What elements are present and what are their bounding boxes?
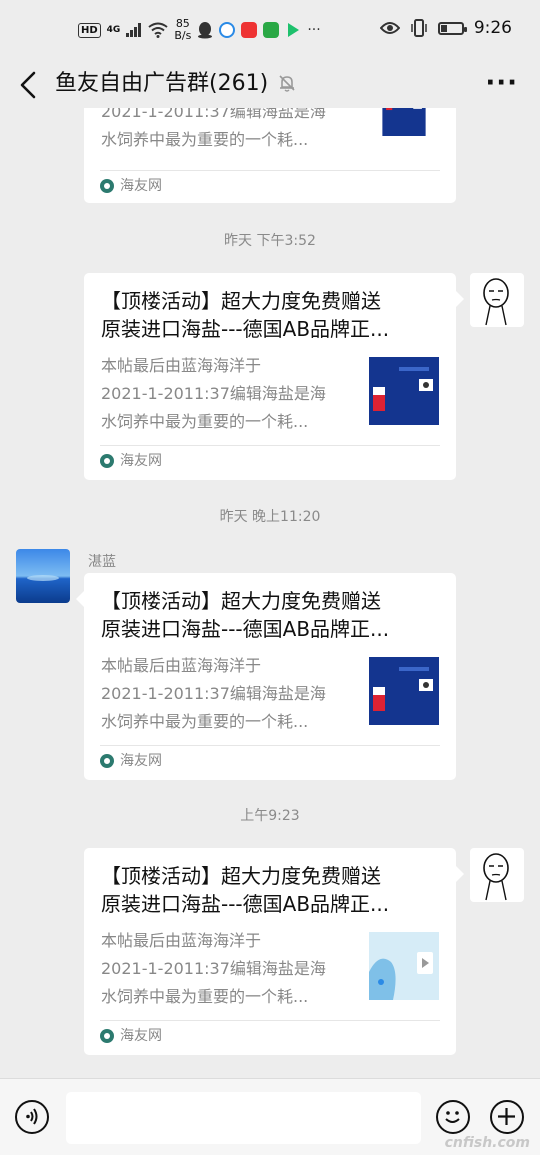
- card-source: 海友网: [100, 450, 162, 472]
- card-title-line: 原装进口海盐---德国AB品牌正...: [101, 892, 390, 916]
- emoji-button[interactable]: [436, 1100, 470, 1134]
- watermark: cnfish.com: [444, 1135, 530, 1151]
- source-name: 海友网: [120, 753, 162, 769]
- status-left: HD 4G 85 B/s ···: [78, 18, 321, 42]
- card-title-line: 【顶楼活动】超大力度免费赠送: [101, 289, 381, 313]
- more-functions-button[interactable]: [490, 1100, 524, 1134]
- card-source: 海友网: [100, 750, 162, 772]
- card-thumbnail: [369, 932, 439, 1000]
- card-title: 【顶楼活动】超大力度免费赠送 原装进口海盐---德国AB品牌正...: [101, 862, 436, 918]
- self-avatar[interactable]: [470, 848, 524, 902]
- card-desc-line: 水饲养中最为重要的一个耗...: [101, 412, 309, 431]
- card-desc-line: 水饲养中最为重要的一个耗...: [101, 130, 309, 149]
- voice-input-button[interactable]: [15, 1100, 49, 1134]
- card-thumbnail: [369, 357, 439, 425]
- message-list[interactable]: 2021-1-2011:37编辑海盐是海 水饲养中最为重要的一个耗... 海友网…: [0, 108, 540, 1078]
- card-desc-line: 2021-1-2011:37编辑海盐是海: [101, 108, 326, 121]
- mute-bell-icon: [279, 75, 295, 92]
- qq-icon: [198, 22, 213, 39]
- network-type: 4G: [106, 25, 121, 35]
- sketch-face-avatar-icon: [483, 278, 509, 326]
- self-avatar[interactable]: [470, 273, 524, 327]
- card-title: 【顶楼活动】超大力度免费赠送 原装进口海盐---德国AB品牌正...: [101, 287, 436, 343]
- network-speed: 85 B/s: [174, 18, 191, 42]
- card-desc-line: 水饲养中最为重要的一个耗...: [101, 987, 309, 1006]
- status-right: 9:26: [379, 18, 512, 38]
- ocean-avatar-image: [16, 549, 70, 603]
- bubble-tail: [456, 291, 464, 307]
- back-button[interactable]: [14, 68, 44, 102]
- signal-icon: [126, 23, 142, 37]
- timestamp: 昨天 晚上11:20: [219, 509, 321, 525]
- voice-icon: [26, 1108, 38, 1125]
- vibrate-icon: [411, 19, 427, 37]
- source-name: 海友网: [120, 178, 162, 194]
- link-card[interactable]: 【顶楼活动】超大力度免费赠送 原装进口海盐---德国AB品牌正... 本帖最后由…: [84, 848, 464, 1055]
- card-source: 海友网: [100, 175, 162, 197]
- hd-badge: HD: [78, 22, 101, 38]
- eye-icon: [379, 22, 400, 34]
- card-title-line: 【顶楼活动】超大力度免费赠送: [101, 589, 381, 613]
- battery-icon: [437, 21, 467, 35]
- source-logo-icon: [100, 454, 114, 468]
- source-name: 海友网: [120, 1028, 162, 1044]
- card-desc-line: 水饲养中最为重要的一个耗...: [101, 712, 309, 731]
- card-description: 2021-1-2011:37编辑海盐是海 水饲养中最为重要的一个耗...: [101, 108, 351, 154]
- card-description: 本帖最后由蓝海海洋于 2021-1-2011:37编辑海盐是海 水饲养中最为重要…: [101, 352, 351, 436]
- card-title-line: 【顶楼活动】超大力度免费赠送: [101, 864, 381, 888]
- card-title-line: 原装进口海盐---德国AB品牌正...: [101, 617, 390, 641]
- source-name: 海友网: [120, 453, 162, 469]
- bubble-tail: [456, 866, 464, 882]
- card-description: 本帖最后由蓝海海洋于 2021-1-2011:37编辑海盐是海 水饲养中最为重要…: [101, 927, 351, 1011]
- card-divider: [100, 1020, 440, 1021]
- card-desc-line: 2021-1-2011:37编辑海盐是海: [101, 959, 326, 978]
- link-card[interactable]: 2021-1-2011:37编辑海盐是海 水饲养中最为重要的一个耗... 海友网: [84, 108, 456, 203]
- card-divider: [100, 170, 440, 171]
- card-divider: [100, 445, 440, 446]
- card-desc-line: 本帖最后由蓝海海洋于: [101, 656, 262, 675]
- sketch-face-avatar-icon: [483, 853, 509, 901]
- battery-level: [440, 24, 447, 32]
- timestamp: 上午9:23: [240, 808, 300, 824]
- card-title: 【顶楼活动】超大力度免费赠送 原装进口海盐---德国AB品牌正...: [101, 587, 436, 643]
- card-source: 海友网: [100, 1025, 162, 1047]
- speed-unit: B/s: [174, 29, 192, 42]
- more-notifications-dots: ···: [307, 22, 321, 38]
- status-bar: HD 4G 85 B/s ··· 9:26: [0, 0, 540, 62]
- plus-icon: [498, 1108, 515, 1125]
- sender-name: 湛蓝: [88, 554, 116, 570]
- input-bar: cnfish.com: [0, 1078, 540, 1155]
- card-thumbnail: [369, 657, 439, 725]
- card-desc-line: 2021-1-2011:37编辑海盐是海: [101, 684, 326, 703]
- card-desc-line: 本帖最后由蓝海海洋于: [101, 931, 262, 950]
- link-card[interactable]: 【顶楼活动】超大力度免费赠送 原装进口海盐---德国AB品牌正... 本帖最后由…: [84, 273, 464, 480]
- news-app-icon: [241, 22, 258, 38]
- timestamp: 昨天 下午3:52: [224, 233, 316, 249]
- source-logo-icon: [100, 754, 114, 768]
- green-app-icon: [263, 22, 280, 38]
- chat-title[interactable]: 鱼友自由广告群(261): [55, 70, 268, 98]
- source-logo-icon: [100, 1029, 114, 1043]
- card-desc-line: 本帖最后由蓝海海洋于: [101, 356, 262, 375]
- link-card[interactable]: 【顶楼活动】超大力度免费赠送 原装进口海盐---德国AB品牌正... 本帖最后由…: [76, 573, 456, 780]
- message-input[interactable]: [66, 1092, 421, 1144]
- bubble-tail: [76, 591, 84, 607]
- card-title-line: 原装进口海盐---德国AB品牌正...: [101, 317, 390, 341]
- chat-header: 鱼友自由广告群(261) ···: [0, 62, 540, 108]
- wifi-icon: [148, 22, 168, 38]
- clock: 9:26: [473, 18, 512, 38]
- sender-avatar[interactable]: [16, 549, 70, 603]
- play-icon: [288, 23, 300, 37]
- smiley-icon: [445, 1111, 460, 1123]
- browser-app-icon: [219, 22, 236, 38]
- card-divider: [100, 745, 440, 746]
- source-logo-icon: [100, 179, 114, 193]
- more-options-button[interactable]: ···: [485, 70, 518, 96]
- card-desc-line: 2021-1-2011:37编辑海盐是海: [101, 384, 326, 403]
- card-thumbnail: [382, 108, 426, 136]
- card-description: 本帖最后由蓝海海洋于 2021-1-2011:37编辑海盐是海 水饲养中最为重要…: [101, 652, 351, 736]
